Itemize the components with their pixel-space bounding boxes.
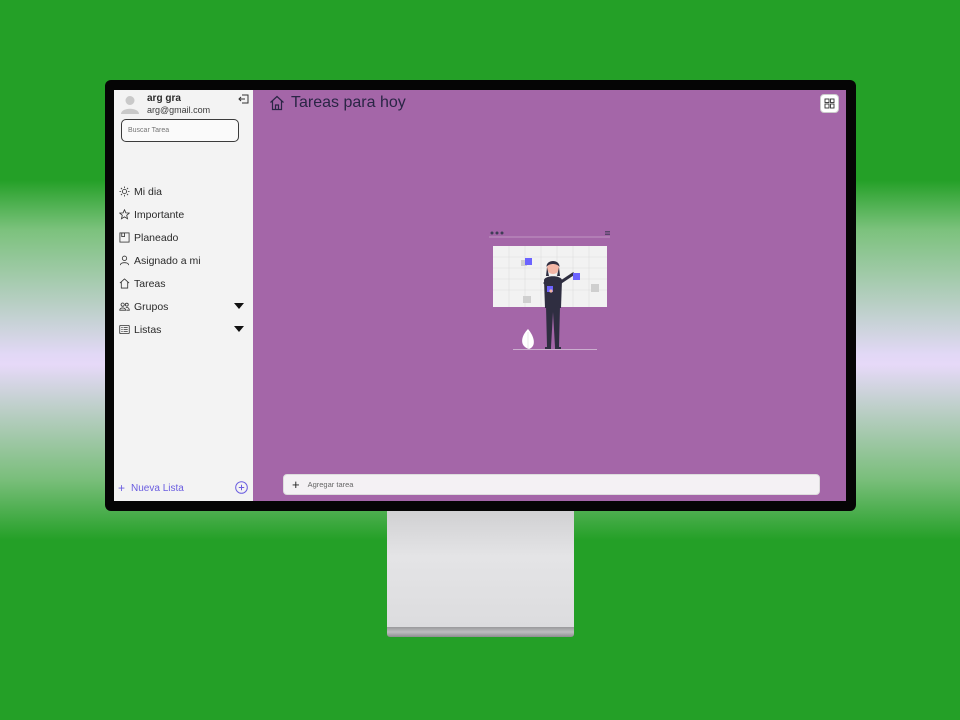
avatar[interactable] (120, 94, 140, 114)
sidebar-nav: Mi dia Importante Planeado Asignado a mi… (119, 180, 249, 341)
sun-icon (119, 186, 130, 197)
sidebar-item-planeado[interactable]: Planeado (119, 226, 249, 249)
sidebar-item-tareas[interactable]: Tareas (119, 272, 249, 295)
sidebar-item-mi-dia[interactable]: Mi dia (119, 180, 249, 203)
sidebar-item-label: Importante (134, 208, 185, 221)
calendar-icon (119, 232, 130, 243)
sidebar-item-listas[interactable]: Listas (119, 318, 249, 341)
sidebar-item-label: Planeado (134, 231, 179, 244)
empty-state-illustration (489, 231, 610, 350)
sidebar-item-asignado[interactable]: Asignado a mi (119, 249, 249, 272)
star-icon (119, 209, 130, 220)
sidebar-item-grupos[interactable]: Grupos (119, 295, 249, 318)
new-list-label: Nueva Lista (131, 482, 184, 494)
add-group-icon[interactable] (235, 481, 248, 494)
add-task-placeholder: Agregar tarea (307, 480, 354, 489)
monitor-stand (387, 508, 574, 629)
home-icon (119, 278, 130, 289)
layout-toggle-button[interactable] (820, 94, 839, 113)
chevron-down-icon[interactable] (234, 303, 244, 309)
page-title: Tareas para hoy (291, 94, 406, 111)
search-input[interactable] (121, 119, 239, 142)
home-icon (270, 95, 284, 111)
grid-layout-icon (824, 98, 835, 109)
user-name: arg gra (147, 93, 181, 104)
plus-icon: + (118, 481, 126, 495)
logout-icon[interactable] (238, 94, 249, 104)
sidebar-item-label: Asignado a mi (134, 254, 201, 267)
list-icon (119, 324, 130, 335)
sidebar-item-label: Tareas (134, 277, 166, 290)
app-screen: arg gra arg@gmail.com Mi dia Importante (114, 90, 846, 501)
monitor-stand-base (387, 627, 574, 637)
sidebar-item-label: Mi dia (134, 185, 163, 198)
sidebar-item-label: Grupos (134, 300, 169, 313)
chevron-down-icon[interactable] (234, 326, 244, 332)
add-task-input[interactable]: + Agregar tarea (283, 474, 820, 495)
plus-icon[interactable]: + (292, 477, 300, 492)
sidebar-item-importante[interactable]: Importante (119, 203, 249, 226)
sidebar-item-label: Listas (134, 323, 162, 336)
person-icon (119, 255, 130, 266)
group-icon (119, 302, 130, 311)
user-email: arg@gmail.com (147, 105, 211, 115)
new-list-button[interactable]: + Nueva Lista (118, 481, 184, 495)
sidebar: arg gra arg@gmail.com Mi dia Importante (114, 90, 253, 501)
